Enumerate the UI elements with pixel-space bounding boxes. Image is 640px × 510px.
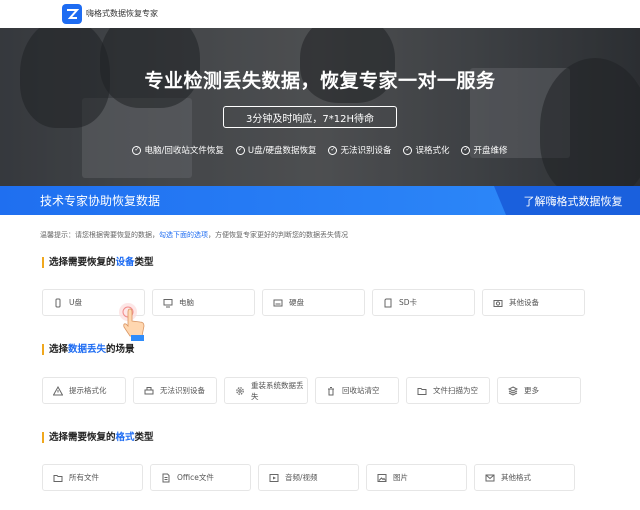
tip-text: 温馨提示：请您根据需要恢复的数据，勾选下面的选项，方便恢复专家更好的判断您的数据…	[40, 231, 348, 239]
response-pill: 3分钟及时响应，7*12H待命	[223, 106, 397, 128]
option-hdd[interactable]: 硬盘	[262, 289, 365, 316]
gear-icon	[235, 386, 245, 396]
check-icon: ✓	[328, 145, 338, 155]
check-icon: ✓	[132, 145, 142, 155]
scenario-options: 提示格式化 无法识别设备 重装系统数据丢失 回收站清空 文件扫描为空 更多	[42, 377, 581, 404]
learn-more-button[interactable]: 了解嗨格式数据恢复	[494, 186, 640, 215]
usb-icon	[53, 298, 63, 308]
option-all-files[interactable]: 所有文件	[42, 464, 143, 491]
option-office[interactable]: Office文件	[150, 464, 251, 491]
option-computer[interactable]: 电脑	[152, 289, 255, 316]
trash-icon	[326, 386, 336, 396]
hdd-icon	[273, 298, 283, 308]
layers-icon	[508, 385, 518, 396]
check-icon: ✓	[461, 145, 471, 155]
feature-item: ✓ 无法识别设备	[328, 145, 392, 156]
section-title-format: 选择需要恢复的格式类型	[42, 432, 154, 443]
feature-list: ✓ 电脑/回收站文件恢复 ✓ U盘/硬盘数据恢复 ✓ 无法识别设备 ✓ 误格式化 ✓ 开盘…	[0, 144, 640, 156]
option-sdcard[interactable]: SD卡	[372, 289, 475, 316]
expert-banner: 技术专家协助恢复数据 了解嗨格式数据恢复	[0, 186, 640, 215]
feature-item: ✓ U盘/硬盘数据恢复	[235, 145, 317, 156]
feature-item: ✓ 电脑/回收站文件恢复	[132, 145, 224, 156]
folder-icon	[417, 386, 427, 396]
option-other-device[interactable]: 其他设备	[482, 289, 585, 316]
feature-item: ✓ 误格式化	[403, 145, 450, 156]
check-icon: ✓	[403, 145, 413, 155]
printer-icon	[144, 386, 154, 396]
format-options: 所有文件 Office文件 音频/视频 图片 其他格式	[42, 464, 575, 491]
sdcard-icon	[383, 298, 393, 308]
document-icon	[161, 473, 171, 483]
option-images[interactable]: 图片	[366, 464, 467, 491]
option-other-format[interactable]: 其他格式	[474, 464, 575, 491]
check-icon: ✓	[235, 145, 245, 155]
pointer-hand-icon	[118, 300, 148, 342]
logo-icon[interactable]	[62, 4, 82, 24]
video-icon	[269, 473, 279, 483]
section-title-scenario: 选择数据丢失的场景	[42, 344, 135, 355]
image-icon	[377, 473, 387, 483]
option-audio-video[interactable]: 音频/视频	[258, 464, 359, 491]
feature-item: ✓ 开盘维修	[461, 145, 508, 156]
option-unrecognized[interactable]: 无法识别设备	[133, 377, 217, 404]
tip-link[interactable]: 勾选下面的选项	[159, 231, 208, 239]
top-bar: 嗨格式数据恢复专家	[0, 0, 640, 28]
section-title-device: 选择需要恢复的设备类型	[42, 257, 154, 268]
folder-icon	[53, 473, 63, 483]
monitor-icon	[163, 298, 173, 308]
option-format-prompt[interactable]: 提示格式化	[42, 377, 126, 404]
hero-banner: 专业检测丢失数据，恢复专家一对一服务 3分钟及时响应，7*12H待命 ✓ 电脑/回…	[0, 28, 640, 186]
camera-icon	[493, 298, 503, 308]
hero-title: 专业检测丢失数据，恢复专家一对一服务	[144, 70, 496, 92]
mail-icon	[485, 473, 495, 483]
warning-icon	[53, 385, 63, 396]
option-reinstall[interactable]: 重装系统数据丢失	[224, 377, 308, 404]
option-scan-empty[interactable]: 文件扫描为空	[406, 377, 490, 404]
banner-title: 技术专家协助恢复数据	[40, 194, 161, 208]
option-more[interactable]: 更多	[497, 377, 581, 404]
brand-name[interactable]: 嗨格式数据恢复专家	[86, 8, 158, 19]
option-recycle-empty[interactable]: 回收站清空	[315, 377, 399, 404]
